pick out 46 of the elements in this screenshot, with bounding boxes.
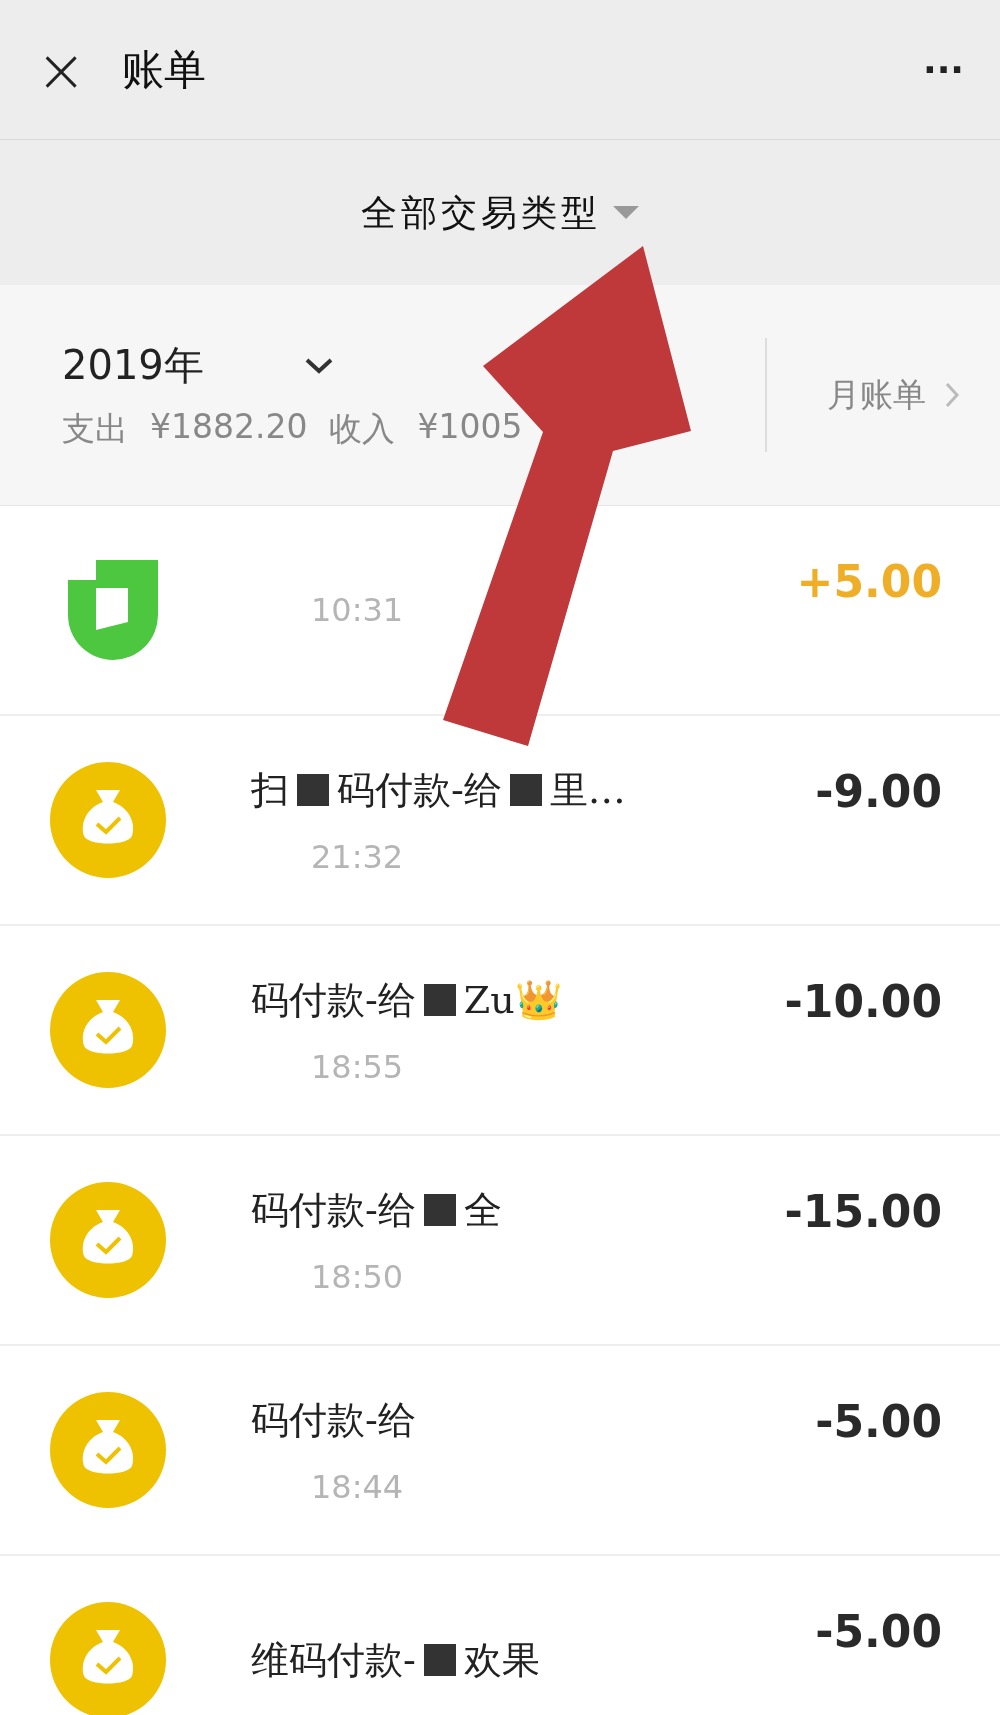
- redaction-block: [509, 774, 542, 806]
- transaction-title: 扫: [251, 766, 289, 814]
- money-bag-icon: [50, 762, 166, 878]
- transaction-amount: -5.00: [815, 1396, 942, 1447]
- close-button[interactable]: ×: [36, 39, 87, 100]
- chevron-right-icon: [944, 381, 960, 409]
- money-bag-icon: [50, 1392, 166, 1508]
- transaction-time: 10:31: [310, 591, 405, 629]
- redaction-block: [423, 1194, 456, 1226]
- dropdown-icon: [613, 205, 639, 220]
- transaction-time: 21:32: [310, 837, 405, 876]
- income-label: 收入: [329, 408, 396, 450]
- transaction-amount: -5.00: [815, 1606, 942, 1657]
- transaction-title: 码付款-给: [337, 766, 502, 814]
- transaction-amount: -9.00: [815, 766, 942, 817]
- redaction-block: [423, 984, 456, 1016]
- transaction-row[interactable]: 码付款-给 Zu👑 18:55 -10.00: [0, 926, 1000, 1136]
- redaction-block: [297, 774, 329, 806]
- expense-total: ¥1882.20: [150, 407, 308, 448]
- transaction-title: 欢果: [463, 1636, 540, 1684]
- transaction-row[interactable]: 码付款-给 全 18:50 -15.00: [0, 1136, 1000, 1346]
- money-bag-icon: [50, 972, 166, 1088]
- transaction-title: 全: [463, 1186, 502, 1234]
- transaction-amount: +5.00: [796, 556, 942, 607]
- redaction-block: [423, 1644, 456, 1676]
- transaction-title: 里…: [549, 766, 626, 814]
- transaction-amount: -15.00: [784, 1186, 942, 1237]
- transaction-title: 码付款-给: [251, 1396, 416, 1444]
- transaction-title: 码付款-给: [251, 976, 416, 1024]
- transaction-time: 18:55: [310, 1047, 405, 1086]
- expense-label: 支出: [62, 408, 128, 450]
- money-bag-icon: [50, 1182, 166, 1298]
- income-total: ¥1005: [417, 407, 523, 448]
- transaction-title: 码付款-给: [251, 1186, 416, 1234]
- transaction-title: 维码付款-: [251, 1636, 416, 1684]
- transaction-type-filter[interactable]: 全部交易类型: [361, 192, 601, 233]
- transaction-row[interactable]: 维码付款- 欢果 -5.00: [0, 1556, 1000, 1715]
- transaction-title: Zu👑: [463, 978, 562, 1022]
- transaction-row[interactable]: 码付款-给 18:44 -5.00: [0, 1346, 1000, 1556]
- chevron-down-icon: [303, 356, 334, 375]
- transaction-amount: -10.00: [784, 976, 942, 1027]
- transaction-time: 18:44: [310, 1467, 405, 1506]
- more-button[interactable]: ···: [922, 49, 964, 90]
- transaction-time: 18:50: [310, 1257, 405, 1296]
- page-title: 账单: [122, 43, 208, 96]
- year-selector[interactable]: 2019年: [62, 338, 204, 393]
